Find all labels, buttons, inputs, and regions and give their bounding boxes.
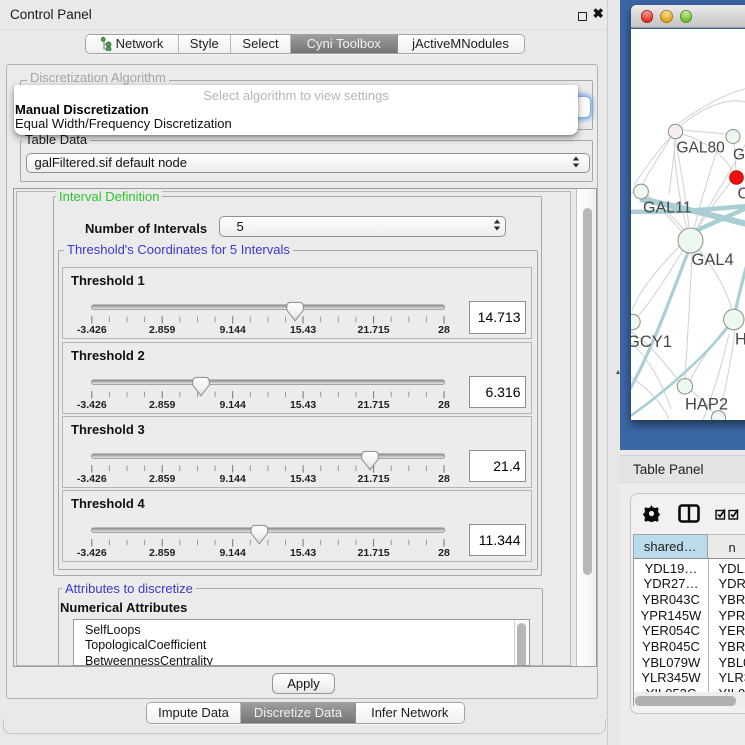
svg-text:21.715: 21.715	[358, 473, 390, 485]
svg-text:2.859: 2.859	[149, 324, 175, 336]
svg-text:HAP2: HAP2	[685, 395, 728, 413]
svg-text:2.859: 2.859	[149, 547, 175, 559]
svg-text:28: 28	[438, 399, 450, 411]
svg-text:-3.426: -3.426	[77, 399, 107, 411]
svg-text:9.144: 9.144	[220, 399, 246, 411]
svg-text:21.715: 21.715	[358, 324, 390, 336]
svg-text:28: 28	[438, 324, 450, 336]
svg-text:C: C	[738, 185, 745, 202]
svg-text:G.: G.	[733, 146, 745, 163]
svg-text:21.715: 21.715	[358, 547, 390, 559]
svg-text:-3.426: -3.426	[77, 547, 107, 559]
svg-text:9.144: 9.144	[220, 547, 246, 559]
svg-text:2.859: 2.859	[149, 399, 175, 411]
svg-text:28: 28	[438, 547, 450, 559]
svg-text:H: H	[735, 330, 745, 348]
svg-text:2.859: 2.859	[149, 473, 175, 485]
svg-text:-3.426: -3.426	[77, 473, 107, 485]
svg-text:GAL11: GAL11	[643, 199, 692, 216]
svg-text:-3.426: -3.426	[77, 324, 107, 336]
svg-text:9.144: 9.144	[220, 473, 246, 485]
svg-text:GAL4: GAL4	[692, 251, 734, 269]
svg-text:GAL80: GAL80	[677, 139, 726, 156]
svg-text:9.144: 9.144	[220, 324, 246, 336]
svg-text:28: 28	[438, 473, 450, 485]
svg-text:15.43: 15.43	[290, 547, 316, 559]
svg-text:15.43: 15.43	[290, 399, 316, 411]
svg-text:15.43: 15.43	[290, 473, 316, 485]
svg-text:GCY1: GCY1	[631, 333, 672, 351]
svg-text:15.43: 15.43	[290, 324, 316, 336]
svg-text:21.715: 21.715	[358, 399, 390, 411]
